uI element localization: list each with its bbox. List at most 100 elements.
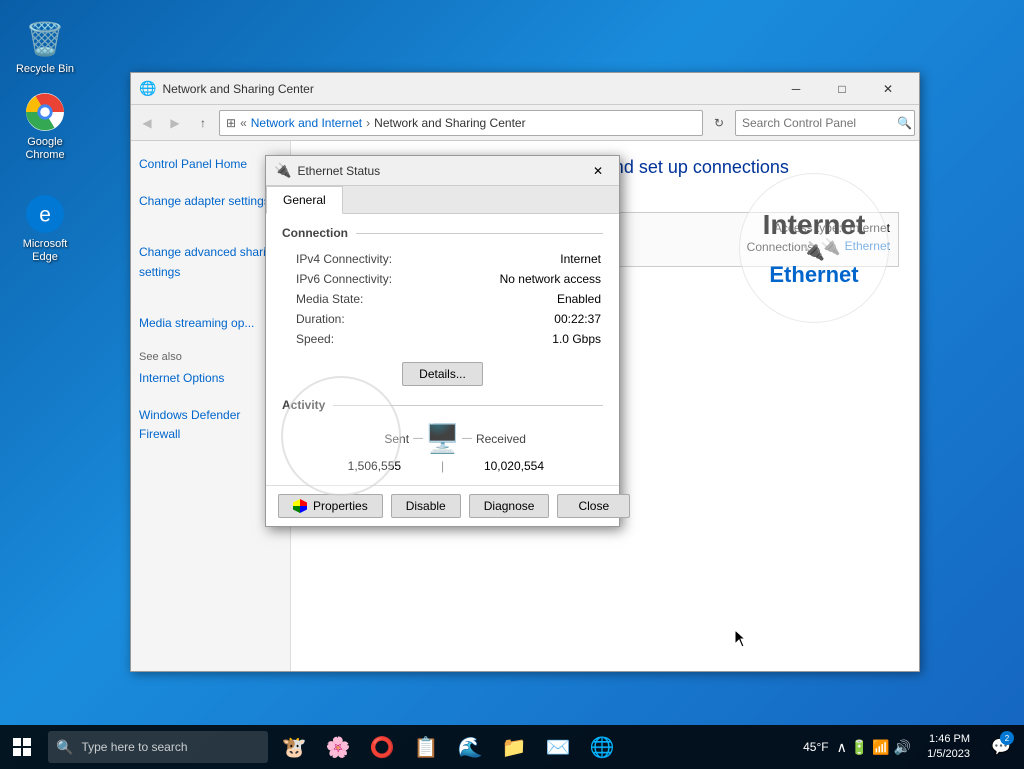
disable-button[interactable]: Disable — [391, 494, 461, 518]
chrome-image — [25, 92, 65, 132]
dialog-titlebar: 🔌 Ethernet Status ✕ — [266, 156, 619, 186]
close-button[interactable]: ✕ — [865, 73, 911, 105]
details-button[interactable]: Details... — [402, 362, 483, 386]
activity-divider: | — [413, 459, 472, 473]
search-box: 🔍 — [735, 110, 915, 136]
edge-label: Microsoft Edge — [14, 238, 76, 264]
recycle-bin-image: 🗑️ — [25, 19, 65, 59]
search-icon: 🔍 — [897, 116, 912, 130]
tab-general[interactable]: General — [266, 186, 343, 214]
sidebar-internet-options[interactable]: Internet Options — [139, 367, 282, 390]
close-main-button[interactable]: Close — [557, 494, 630, 518]
address-bar: ◀ ▶ ↑ ⊞ « Network and Internet › Network… — [131, 105, 919, 141]
refresh-button[interactable]: ↻ — [707, 111, 731, 135]
volume-icon: 🔊 — [894, 739, 911, 756]
properties-icon — [293, 499, 307, 513]
duration-value: 00:22:37 — [459, 310, 601, 328]
ipv4-value: Internet — [459, 250, 601, 268]
received-value: 10,020,554 — [476, 459, 603, 473]
time-display: 1:46 PM — [927, 732, 970, 747]
activity-section-title: Activity — [282, 398, 603, 412]
taskbar: 🔍 Type here to search 🐮 🌸 ⭕ 📋 🌊 📁 ✉️ 🌐 4… — [0, 725, 1024, 769]
taskbar-apps: 🐮 🌸 ⭕ 📋 🌊 📁 ✉️ 🌐 — [272, 725, 795, 769]
see-also-section: See also Internet Options Windows Defend… — [139, 351, 282, 447]
search-input[interactable] — [742, 116, 897, 130]
maximize-button[interactable]: □ — [819, 73, 865, 105]
taskbar-app-circle[interactable]: ⭕ — [360, 725, 404, 769]
up-button[interactable]: ↑ — [191, 111, 215, 135]
access-type-label: Access type: Internet — [747, 221, 890, 235]
duration-label: Duration: — [284, 310, 457, 328]
taskbar-app-moo[interactable]: 🐮 — [272, 725, 316, 769]
dialog-tabs: General — [266, 186, 619, 214]
recycle-bin-icon[interactable]: 🗑️ Recycle Bin — [10, 15, 80, 80]
taskbar-right: 45°F ∧ 🔋 📶 🔊 1:46 PM 1/5/2023 💬 2 — [795, 725, 1024, 769]
duration-row: Duration: 00:22:37 — [284, 310, 601, 328]
dialog-title-text: Ethernet Status — [297, 164, 585, 178]
media-row: Media State: Enabled — [284, 290, 601, 308]
breadcrumb-current: Network and Sharing Center — [374, 116, 525, 130]
sidebar-windows-defender[interactable]: Windows Defender Firewall — [139, 404, 282, 446]
access-type-value: Internet — [849, 221, 890, 235]
taskbar-app-clipboard[interactable]: 📋 — [404, 725, 448, 769]
taskbar-search[interactable]: 🔍 Type here to search — [48, 731, 268, 763]
received-label: Received — [476, 432, 603, 446]
ethernet-link[interactable]: Ethernet — [845, 235, 890, 258]
connection-section-title: Connection — [282, 226, 603, 240]
taskbar-app-edge[interactable]: 🌊 — [448, 725, 492, 769]
ipv6-value: No network access — [459, 270, 601, 288]
sidebar-control-panel-home[interactable]: Control Panel Home — [139, 153, 282, 176]
taskbar-app-flower[interactable]: 🌸 — [316, 725, 360, 769]
breadcrumb-network-internet[interactable]: Network and Internet — [251, 116, 362, 130]
nsc-titlebar: 🌐 Network and Sharing Center ─ □ ✕ — [131, 73, 919, 105]
sidebar-change-advanced[interactable]: Change advanced sharingsettings — [139, 241, 282, 283]
window-controls: ─ □ ✕ — [773, 73, 911, 105]
sidebar-change-adapter[interactable]: Change adapter settings — [139, 190, 282, 213]
taskbar-time: 1:46 PM 1/5/2023 — [919, 732, 978, 763]
ethernet-status-dialog: 🔌 Ethernet Status ✕ General Connection I… — [265, 155, 620, 527]
minimize-button[interactable]: ─ — [773, 73, 819, 105]
properties-button[interactable]: Properties — [278, 494, 383, 518]
connection-label: Connections: — [747, 240, 817, 254]
start-button[interactable] — [0, 725, 44, 769]
dialog-footer: Properties Disable Diagnose Close — [266, 485, 619, 526]
dialog-title-icon: 🔌 — [274, 162, 291, 179]
microsoft-edge-icon[interactable]: e Microsoft Edge — [10, 190, 80, 268]
back-button[interactable]: ◀ — [135, 111, 159, 135]
access-type-key: Access type: — [774, 221, 842, 235]
ipv4-label: IPv4 Connectivity: — [284, 250, 457, 268]
date-display: 1/5/2023 — [927, 747, 970, 762]
speed-row: Speed: 1.0 Gbps — [284, 330, 601, 348]
forward-button[interactable]: ▶ — [163, 111, 187, 135]
dialog-close-button[interactable]: ✕ — [585, 158, 611, 184]
google-chrome-icon[interactable]: Google Chrome — [10, 88, 80, 166]
taskbar-search-icon: 🔍 — [56, 739, 73, 756]
taskbar-app-folder[interactable]: 📁 — [492, 725, 536, 769]
diagnose-button[interactable]: Diagnose — [469, 494, 550, 518]
media-value: Enabled — [459, 290, 601, 308]
sent-value: 1,506,555 — [282, 459, 409, 473]
connection-row: Connections: 🔌 Ethernet — [747, 235, 890, 258]
sent-label: Sent — [282, 432, 409, 446]
chevron-up-icon[interactable]: ∧ — [837, 739, 847, 756]
taskbar-app-network[interactable]: 🌐 — [580, 725, 624, 769]
recycle-bin-label: Recycle Bin — [16, 63, 74, 76]
taskbar-app-mail[interactable]: ✉️ — [536, 725, 580, 769]
nsc-window-icon: 🌐 — [139, 80, 156, 97]
nsc-window-title: Network and Sharing Center — [162, 82, 773, 96]
desktop: 🗑️ Recycle Bin Google Chrome e Microsoft… — [0, 0, 1024, 769]
connection-table: IPv4 Connectivity: Internet IPv6 Connect… — [282, 248, 603, 350]
notification-button[interactable]: 💬 2 — [986, 725, 1016, 769]
taskbar-search-placeholder: Type here to search — [81, 740, 187, 754]
dialog-body: Connection IPv4 Connectivity: Internet I… — [266, 214, 619, 485]
network-icon: — 🖥️ — — [413, 422, 472, 455]
svg-text:e: e — [39, 204, 51, 227]
sidebar-media-streaming[interactable]: Media streaming op... — [139, 312, 282, 335]
network-access: Access type: Internet Connections: 🔌 Eth… — [747, 221, 890, 258]
breadcrumb: ⊞ « Network and Internet › Network and S… — [219, 110, 703, 136]
see-also-label: See also — [139, 351, 282, 363]
notification-badge: 2 — [1000, 731, 1014, 745]
ethernet-connection-icon: 🔌 — [821, 237, 841, 257]
ipv4-row: IPv4 Connectivity: Internet — [284, 250, 601, 268]
breadcrumb-sep: › — [366, 116, 370, 130]
